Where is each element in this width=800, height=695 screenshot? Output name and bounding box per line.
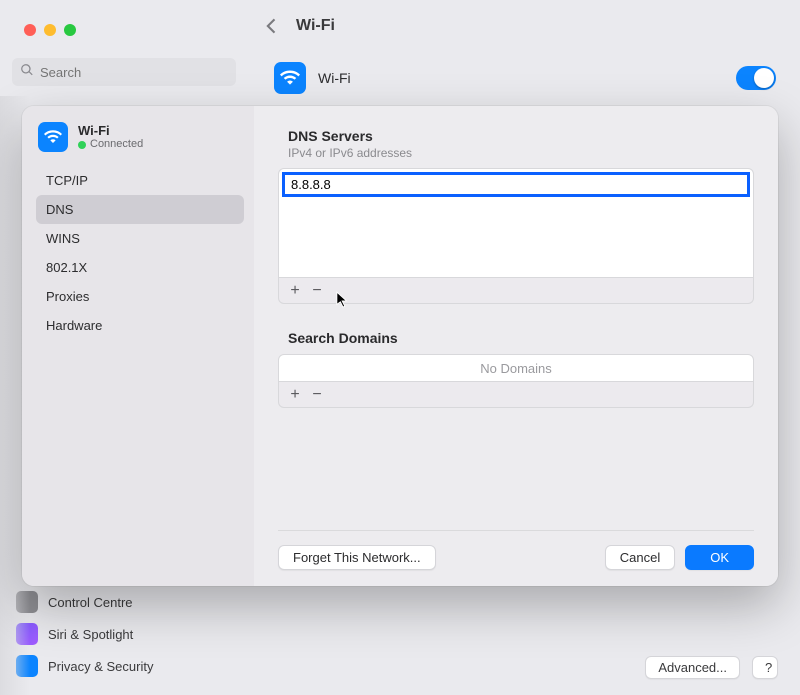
wifi-label: Wi-Fi xyxy=(318,70,351,86)
forget-network-button[interactable]: Forget This Network... xyxy=(278,545,436,570)
search-domains-title: Search Domains xyxy=(288,330,754,346)
search-input[interactable] xyxy=(40,65,228,80)
settings-search[interactable] xyxy=(12,58,236,86)
back-icon[interactable] xyxy=(262,16,282,36)
wifi-icon xyxy=(38,122,68,152)
help-button[interactable]: ? xyxy=(752,656,778,679)
tab-dns[interactable]: DNS xyxy=(36,195,244,224)
dns-entry-editing[interactable] xyxy=(282,172,750,197)
sidebar-item-label: Control Centre xyxy=(48,595,133,610)
remove-dns-button[interactable]: − xyxy=(307,283,327,299)
tab-hardware[interactable]: Hardware xyxy=(36,311,244,340)
remove-domain-button[interactable]: − xyxy=(307,387,327,403)
tab-wins[interactable]: WINS xyxy=(36,224,244,253)
advanced-button[interactable]: Advanced... xyxy=(645,656,740,679)
window-traffic-lights xyxy=(24,24,76,36)
sidebar-item-siri[interactable]: Siri & Spotlight xyxy=(12,618,246,650)
dns-servers-list[interactable] xyxy=(278,168,754,278)
search-domains-toolbar: + − xyxy=(278,382,754,408)
sidebar-item-control-centre[interactable]: Control Centre xyxy=(12,586,246,618)
settings-header: Wi-Fi xyxy=(262,16,780,36)
add-dns-button[interactable]: + xyxy=(285,283,305,299)
dns-entry-input[interactable] xyxy=(285,175,747,194)
close-window-button[interactable] xyxy=(24,24,36,36)
sheet-sidebar-header: Wi-Fi Connected xyxy=(38,122,244,152)
maximize-window-button[interactable] xyxy=(64,24,76,36)
interface-status: Connected xyxy=(78,138,143,151)
add-domain-button[interactable]: + xyxy=(285,387,305,403)
minimize-window-button[interactable] xyxy=(44,24,56,36)
wifi-icon xyxy=(274,62,306,94)
sidebar-item-privacy[interactable]: Privacy & Security xyxy=(12,650,246,682)
search-icon xyxy=(20,63,34,82)
wifi-toggle[interactable] xyxy=(736,66,776,90)
tab-proxies[interactable]: Proxies xyxy=(36,282,244,311)
ok-button[interactable]: OK xyxy=(685,545,754,570)
interface-name: Wi-Fi xyxy=(78,123,143,139)
status-dot-icon xyxy=(78,141,86,149)
cancel-button[interactable]: Cancel xyxy=(605,545,675,570)
tab-tcpip[interactable]: TCP/IP xyxy=(36,166,244,195)
sidebar-item-label: Privacy & Security xyxy=(48,659,153,674)
sheet-main: DNS Servers IPv4 or IPv6 addresses + − S… xyxy=(254,106,778,586)
page-title: Wi-Fi xyxy=(296,17,335,35)
dns-list-toolbar: + − xyxy=(278,278,754,304)
dns-servers-title: DNS Servers xyxy=(288,128,754,144)
search-domains-list[interactable]: No Domains xyxy=(278,354,754,382)
sidebar-item-label: Siri & Spotlight xyxy=(48,627,133,642)
sheet-tab-list: TCP/IP DNS WINS 802.1X Proxies Hardware xyxy=(36,166,244,340)
tab-8021x[interactable]: 802.1X xyxy=(36,253,244,282)
search-domains-empty: No Domains xyxy=(480,361,552,376)
network-advanced-sheet: Wi-Fi Connected TCP/IP DNS WINS 802.1X P… xyxy=(22,106,778,586)
wifi-master-row: Wi-Fi xyxy=(274,62,776,94)
dns-servers-subtitle: IPv4 or IPv6 addresses xyxy=(288,146,754,160)
sheet-sidebar: Wi-Fi Connected TCP/IP DNS WINS 802.1X P… xyxy=(22,106,254,586)
sheet-footer: Forget This Network... Cancel OK xyxy=(278,530,754,570)
